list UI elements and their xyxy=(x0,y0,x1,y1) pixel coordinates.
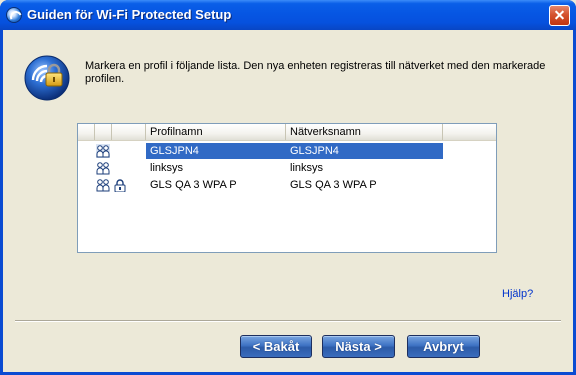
profile-name-cell: GLSJPN4 xyxy=(150,145,199,157)
column-header-icon-2[interactable] xyxy=(95,124,112,140)
button-separator xyxy=(15,320,561,322)
column-header-profile-name[interactable]: Profilnamn xyxy=(146,124,286,140)
back-button[interactable]: < Bakåt xyxy=(240,335,312,358)
column-header-icon-3[interactable] xyxy=(112,124,146,140)
column-header-filler xyxy=(443,124,496,140)
wps-lock-icon xyxy=(24,55,70,101)
wifi-setup-app-icon xyxy=(6,7,22,23)
profile-name-cell: GLS QA 3 WPA P xyxy=(150,179,237,191)
wizard-header: Markera en profil i följande lista. Den … xyxy=(3,30,573,110)
lock-icon xyxy=(114,179,126,192)
users-icon xyxy=(96,179,110,192)
close-icon[interactable] xyxy=(549,5,570,26)
window-title: Guiden för Wi-Fi Protected Setup xyxy=(27,7,232,22)
wizard-window: Guiden för Wi-Fi Protected Setup Markera… xyxy=(0,0,576,375)
network-name-cell: GLS QA 3 WPA P xyxy=(290,179,377,191)
title-bar[interactable]: Guiden för Wi-Fi Protected Setup xyxy=(0,0,576,30)
profile-row[interactable]: GLSJPN4 GLSJPN4 xyxy=(78,143,496,159)
cancel-button[interactable]: Avbryt xyxy=(407,335,480,358)
column-header-network-name[interactable]: Nätverksnamn xyxy=(286,124,443,140)
column-header-icon-1[interactable] xyxy=(78,124,95,140)
profile-row[interactable]: GLS QA 3 WPA P GLS QA 3 WPA P xyxy=(78,177,496,193)
profile-name-cell: linksys xyxy=(150,162,184,174)
profile-row[interactable]: linksys linksys xyxy=(78,160,496,176)
network-name-cell: GLSJPN4 xyxy=(290,145,339,157)
profile-list[interactable]: Profilnamn Nätverksnamn GLSJPN4 GLSJPN4 xyxy=(77,123,497,253)
next-button[interactable]: Nästa > xyxy=(322,335,395,358)
users-icon xyxy=(96,162,110,175)
dialog-body: Markera en profil i följande lista. Den … xyxy=(3,30,573,372)
help-link[interactable]: Hjälp? xyxy=(502,288,533,300)
list-header: Profilnamn Nätverksnamn xyxy=(78,124,496,141)
network-name-cell: linksys xyxy=(290,162,324,174)
instruction-text: Markera en profil i följande lista. Den … xyxy=(85,60,546,85)
users-icon xyxy=(96,144,110,158)
